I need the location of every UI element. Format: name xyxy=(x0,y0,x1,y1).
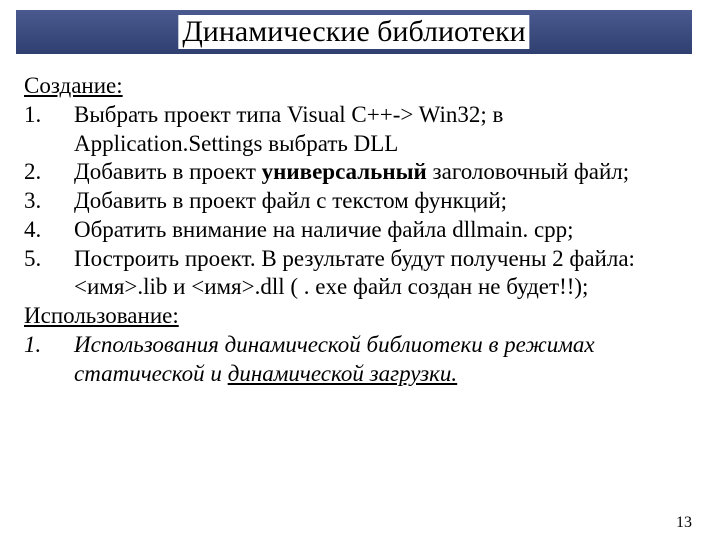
item-number: 3. xyxy=(24,187,74,216)
item-number: 2. xyxy=(24,158,74,187)
slide-body: Создание: 1. Выбрать проект типа Visual … xyxy=(0,54,720,388)
item-text-part: Обратить внимание на наличие файла dllma… xyxy=(74,217,574,242)
item-text-part: Выбрать проект типа Visual C++-> Win32; … xyxy=(74,102,503,156)
title-bar: Динамические библиотеки xyxy=(16,10,692,54)
item-number: 5. xyxy=(24,245,74,303)
item-number: 1. xyxy=(24,101,74,159)
item-text-part: Добавить в проект xyxy=(74,159,262,184)
item-text-bold: универсальный xyxy=(262,159,427,184)
creation-list: 1. Выбрать проект типа Visual C++-> Win3… xyxy=(24,101,688,302)
item-text: Построить проект. В результате будут пол… xyxy=(74,245,688,303)
item-text: Использования динамической библиотеки в … xyxy=(74,331,688,389)
item-text-part: Добавить в проект файл с текстом функций… xyxy=(74,188,507,213)
section-creation-label: Создание: xyxy=(24,72,688,101)
item-text: Обратить внимание на наличие файла dllma… xyxy=(74,216,688,245)
item-text-underlined: динамической загрузки. xyxy=(228,361,457,386)
list-item: 1. Использования динамической библиотеки… xyxy=(24,331,688,389)
page-number: 13 xyxy=(676,514,692,532)
item-number: 1. xyxy=(24,331,74,389)
item-text: Выбрать проект типа Visual C++-> Win32; … xyxy=(74,101,688,159)
usage-list: 1. Использования динамической библиотеки… xyxy=(24,331,688,389)
item-text: Добавить в проект универсальный заголово… xyxy=(74,158,688,187)
list-item: 3. Добавить в проект файл с текстом функ… xyxy=(24,187,688,216)
list-item: 2. Добавить в проект универсальный загол… xyxy=(24,158,688,187)
item-text-part: заголовочный файл; xyxy=(427,159,629,184)
list-item: 5. Построить проект. В результате будут … xyxy=(24,245,688,303)
item-text: Добавить в проект файл с текстом функций… xyxy=(74,187,688,216)
item-number: 4. xyxy=(24,216,74,245)
slide-title: Динамические библиотеки xyxy=(178,15,529,49)
section-usage-label: Использование: xyxy=(24,302,688,331)
list-item: 1. Выбрать проект типа Visual C++-> Win3… xyxy=(24,101,688,159)
item-text-part: Построить проект. В результате будут пол… xyxy=(74,246,635,300)
list-item: 4. Обратить внимание на наличие файла dl… xyxy=(24,216,688,245)
